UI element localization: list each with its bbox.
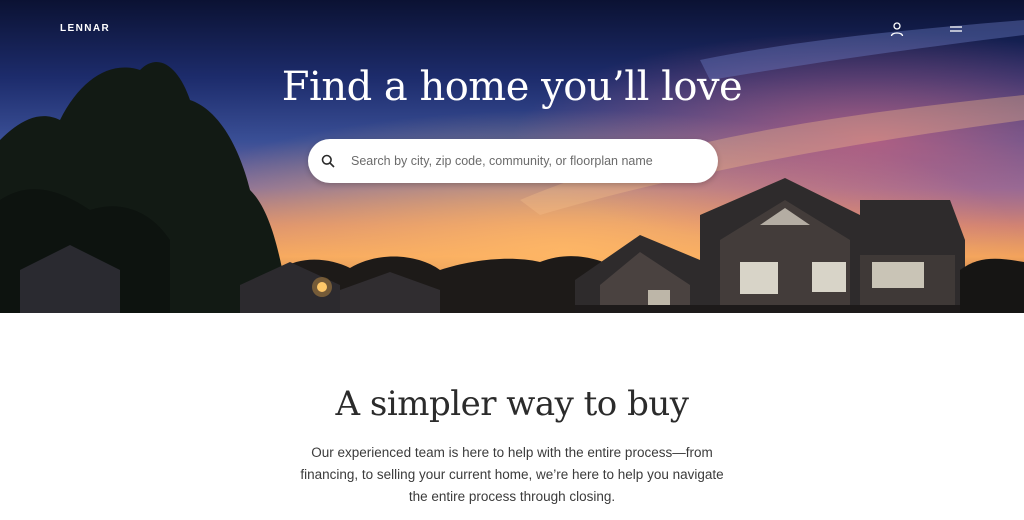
- lennar-logo[interactable]: LENNAR: [60, 23, 110, 34]
- hamburger-menu-icon: [950, 26, 962, 32]
- hero-title: Find a home you’ll love: [281, 64, 743, 110]
- search-input[interactable]: [351, 141, 718, 181]
- search-icon[interactable]: [321, 153, 337, 169]
- section-description: Our experienced team is here to help wit…: [300, 445, 724, 504]
- account-button[interactable]: [886, 18, 908, 40]
- menu-button[interactable]: [945, 18, 967, 40]
- hero-banner: LENNAR Find a home you’ll love: [0, 0, 1024, 313]
- section-title: A simpler way to buy: [335, 384, 689, 424]
- user-icon: [890, 22, 904, 37]
- search-bar[interactable]: [308, 139, 718, 183]
- top-navigation-bar: LENNAR: [0, 0, 1024, 58]
